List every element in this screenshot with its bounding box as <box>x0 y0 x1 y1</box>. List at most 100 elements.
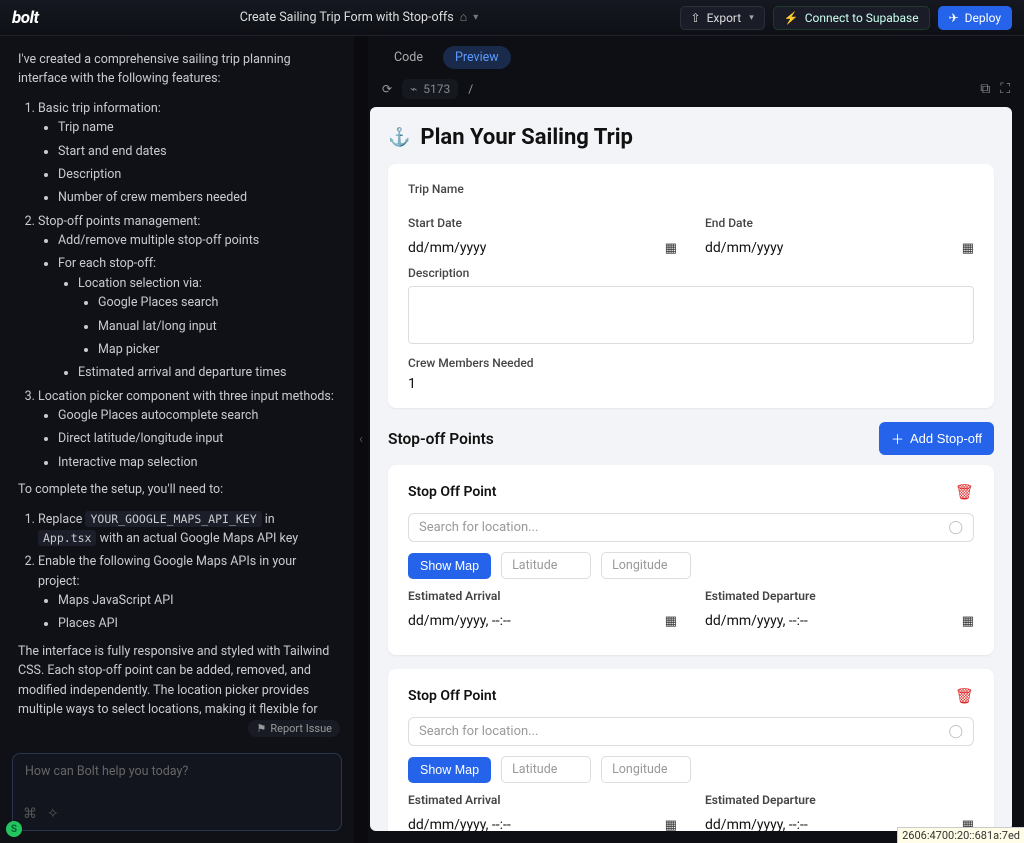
est-arrival-input[interactable]: dd/mm/yyyy, --:-- ▦ <box>408 609 677 639</box>
chat-text: To complete the setup, you'll need to: <box>18 480 336 499</box>
add-stopoff-button[interactable]: ＋ Add Stop-off <box>879 422 994 455</box>
show-map-button[interactable]: Show Map <box>408 553 491 579</box>
trash-icon[interactable]: 🗑 <box>955 687 974 705</box>
show-map-button[interactable]: Show Map <box>408 757 491 783</box>
trash-icon[interactable]: 🗑 <box>955 483 974 501</box>
page-title: Plan Your Sailing Trip <box>420 125 633 150</box>
date-placeholder: dd/mm/yyyy <box>705 240 783 256</box>
chat-text: I've created a comprehensive sailing tri… <box>18 50 336 89</box>
datetime-placeholder: dd/mm/yyyy, --:-- <box>408 817 511 831</box>
crew-input[interactable]: 1 <box>408 376 974 392</box>
plus-icon: ＋ <box>891 429 904 448</box>
pane-collapse-handle[interactable]: ‹ <box>354 36 368 843</box>
report-issue-button[interactable]: ⚑ Report Issue <box>248 720 340 737</box>
latitude-input[interactable]: Latitude <box>501 756 591 783</box>
export-label: Export <box>707 11 742 25</box>
open-window-icon[interactable]: ⧉ <box>980 81 990 97</box>
upload-icon: ⇧ <box>691 11 701 25</box>
preview-frame[interactable]: ⚓ Plan Your Sailing Trip Trip Name Start… <box>370 107 1012 831</box>
url-box[interactable]: ⌁ 5173 <box>402 79 458 99</box>
description-label: Description <box>408 266 974 280</box>
report-label: Report Issue <box>270 722 332 735</box>
fullscreen-icon[interactable]: ⛶ <box>1000 81 1010 97</box>
chat-text: Direct latitude/longitude input <box>58 429 336 448</box>
datetime-placeholder: dd/mm/yyyy, --:-- <box>705 817 808 831</box>
chat-text: Google Places search <box>98 293 336 312</box>
chat-input[interactable]: How can Bolt help you today? ⌘ ✧ <box>12 753 342 831</box>
reload-icon[interactable]: ⟳ <box>382 82 392 96</box>
sparkle-icon[interactable]: ✧ <box>47 806 59 822</box>
project-title-text: Create Sailing Trip Form with Stop-offs <box>240 10 454 25</box>
inline-code: App.tsx <box>38 530 96 546</box>
trip-info-card: Trip Name Start Date dd/mm/yyyy ▦ End Da… <box>388 164 994 408</box>
location-search-input[interactable]: Search for location... ◯ <box>408 717 974 746</box>
stopoff-title: Stop Off Point <box>408 484 496 500</box>
status-badge[interactable]: S <box>6 821 22 837</box>
supabase-label: Connect to Supabase <box>805 11 919 25</box>
start-date-label: Start Date <box>408 216 677 230</box>
stopoff-heading: Stop-off Points <box>388 430 494 448</box>
chat-text: Map picker <box>98 340 336 359</box>
chat-text: Location selection via: <box>78 276 202 291</box>
export-button[interactable]: ⇧ Export ▾ <box>680 6 765 30</box>
tab-preview[interactable]: Preview <box>443 46 511 69</box>
datetime-placeholder: dd/mm/yyyy, --:-- <box>408 613 511 629</box>
tab-code[interactable]: Code <box>382 46 435 69</box>
calendar-icon[interactable]: ▦ <box>962 614 974 629</box>
stopoff-title: Stop Off Point <box>408 688 496 704</box>
url-path: / <box>468 82 473 96</box>
tabs: Code Preview <box>368 36 1024 75</box>
end-date-input[interactable]: dd/mm/yyyy ▦ <box>705 236 974 266</box>
location-search-input[interactable]: Search for location... ◯ <box>408 513 974 542</box>
start-date-input[interactable]: dd/mm/yyyy ▦ <box>408 236 677 266</box>
preview-url-bar: ⟳ ⌁ 5173 / ⧉ ⛶ <box>368 75 1024 107</box>
bolt-icon: ⚡ <box>784 11 799 25</box>
est-departure-input[interactable]: dd/mm/yyyy, --:-- ▦ <box>705 609 974 639</box>
chat-text: Google Places autocomplete search <box>58 406 336 425</box>
longitude-input[interactable]: Longitude <box>601 552 691 579</box>
longitude-input[interactable]: Longitude <box>601 756 691 783</box>
chat-input-placeholder: How can Bolt help you today? <box>25 764 188 779</box>
chat-scroll[interactable]: I've created a comprehensive sailing tri… <box>0 36 354 718</box>
main-area: I've created a comprehensive sailing tri… <box>0 36 1024 843</box>
calendar-icon[interactable]: ▦ <box>962 241 974 256</box>
project-title: Create Sailing Trip Form with Stop-offs … <box>39 10 680 25</box>
description-textarea[interactable] <box>408 286 974 344</box>
chat-text: For each stop-off: <box>58 256 156 271</box>
chevron-down-icon[interactable]: ▾ <box>473 12 478 23</box>
chat-text: Estimated arrival and departure times <box>78 363 336 382</box>
est-arrival-label: Estimated Arrival <box>408 793 677 807</box>
trip-name-label: Trip Name <box>408 182 974 196</box>
home-icon[interactable]: ⌂ <box>460 10 468 25</box>
chat-text: Add/remove multiple stop-off points <box>58 231 336 250</box>
chat-text: The interface is fully responsive and st… <box>18 642 336 718</box>
calendar-icon[interactable]: ▦ <box>665 818 677 832</box>
datetime-placeholder: dd/mm/yyyy, --:-- <box>705 613 808 629</box>
link-icon[interactable]: ⌘ <box>23 806 37 822</box>
connect-supabase-button[interactable]: ⚡ Connect to Supabase <box>773 6 930 30</box>
end-date-label: End Date <box>705 216 974 230</box>
add-stopoff-label: Add Stop-off <box>910 431 982 446</box>
calendar-icon[interactable]: ▦ <box>665 614 677 629</box>
stopoff-card: Stop Off Point 🗑 Search for location... … <box>388 669 994 831</box>
est-arrival-label: Estimated Arrival <box>408 589 677 603</box>
url-port: 5173 <box>423 82 450 96</box>
search-icon: ◯ <box>948 724 963 739</box>
chat-text: Basic trip information: <box>38 101 161 116</box>
search-icon: ◯ <box>948 520 963 535</box>
chat-text: Location picker component with three inp… <box>38 389 334 404</box>
est-arrival-input[interactable]: dd/mm/yyyy, --:-- ▦ <box>408 813 677 831</box>
chevron-down-icon: ▾ <box>749 13 754 23</box>
logo: bolt <box>12 8 39 28</box>
calendar-icon[interactable]: ▦ <box>665 241 677 256</box>
chat-panel: I've created a comprehensive sailing tri… <box>0 36 354 843</box>
chat-text: Replace YOUR_GOOGLE_MAPS_API_KEY in App.… <box>38 510 336 549</box>
latitude-input[interactable]: Latitude <box>501 552 591 579</box>
chat-text: Manual lat/long input <box>98 317 336 336</box>
crew-label: Crew Members Needed <box>408 356 974 370</box>
preview-panel: Code Preview ⟳ ⌁ 5173 / ⧉ ⛶ ⚓ Plan Your … <box>368 36 1024 843</box>
deploy-button[interactable]: ✈ Deploy <box>938 6 1012 30</box>
chat-text: Maps JavaScript API <box>58 591 336 610</box>
chat-text: Stop-off points management: <box>38 214 200 229</box>
flag-icon: ⚑ <box>256 722 266 735</box>
